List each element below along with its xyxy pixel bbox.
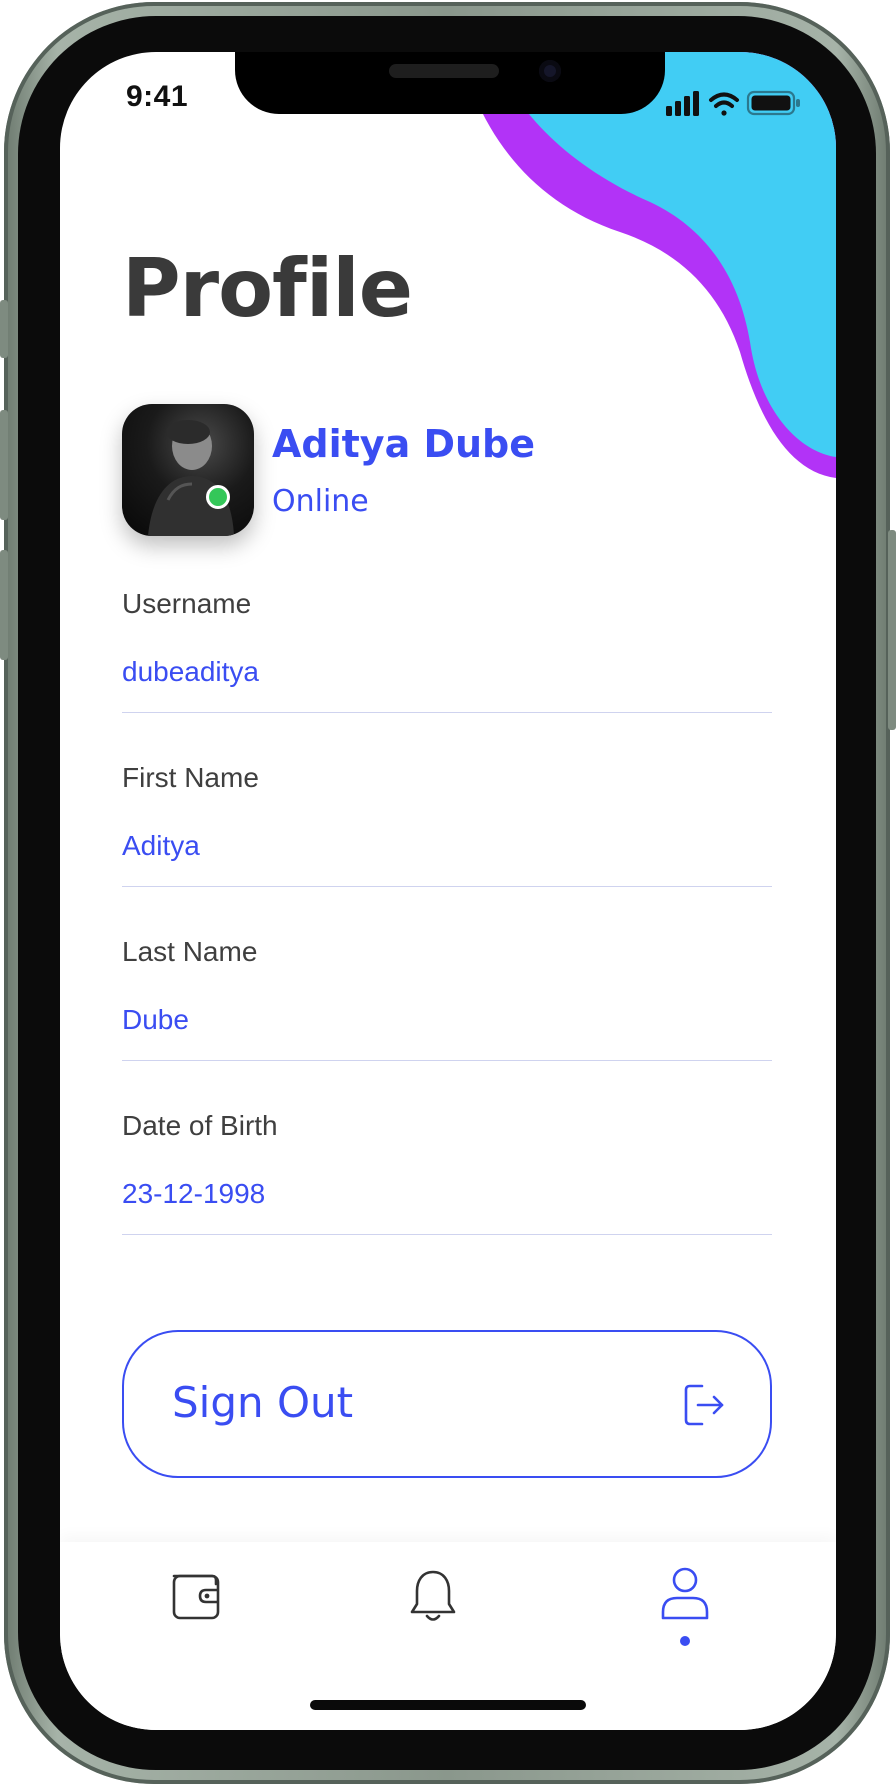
avatar[interactable] <box>122 404 254 536</box>
screen: 9:41 Profile Aditya Dube Online Username… <box>60 52 836 1730</box>
user-icon <box>661 1567 709 1620</box>
sign-out-button[interactable]: Sign Out <box>122 1330 772 1478</box>
field-label: First Name <box>122 762 259 793</box>
tab-wallet[interactable] <box>162 1560 232 1630</box>
field-value: 23-12-1998 <box>122 1178 266 1209</box>
profile-name: Aditya Dube <box>272 422 536 466</box>
signal-icon <box>666 91 699 116</box>
field-value: Aditya <box>122 830 200 861</box>
profile-status: Online <box>272 484 369 519</box>
power-button <box>888 530 896 730</box>
status-icons <box>666 88 806 118</box>
date-of-birth-field[interactable]: Date of Birth 23-12-1998 <box>122 1102 772 1235</box>
field-label: Username <box>122 588 252 619</box>
wifi-icon <box>709 92 739 116</box>
field-label: Last Name <box>122 936 258 967</box>
online-status-dot <box>206 485 230 509</box>
field-label: Date of Birth <box>122 1110 278 1141</box>
tab-notifications[interactable] <box>398 1560 468 1630</box>
sign-out-label: Sign Out <box>172 1378 354 1427</box>
page-title: Profile <box>122 242 413 335</box>
field-value: Dube <box>122 1004 189 1035</box>
bell-icon <box>410 1570 456 1621</box>
notch <box>235 52 665 114</box>
mute-switch <box>0 300 8 358</box>
home-indicator[interactable] <box>310 1700 586 1710</box>
field-value: dubeaditya <box>122 656 260 687</box>
status-time: 9:41 <box>126 80 189 113</box>
battery-icon <box>746 90 800 116</box>
last-name-field[interactable]: Last Name Dube <box>122 928 772 1061</box>
volume-up-button <box>0 410 8 520</box>
front-camera <box>539 60 561 82</box>
first-name-field[interactable]: First Name Aditya <box>122 754 772 887</box>
earpiece-speaker <box>389 64 499 78</box>
tab-profile[interactable] <box>650 1560 720 1630</box>
wallet-icon <box>172 1574 220 1620</box>
active-tab-indicator <box>680 1636 690 1646</box>
username-field[interactable]: Username dubeaditya <box>122 580 772 713</box>
logout-icon <box>684 1384 724 1426</box>
volume-down-button <box>0 550 8 660</box>
